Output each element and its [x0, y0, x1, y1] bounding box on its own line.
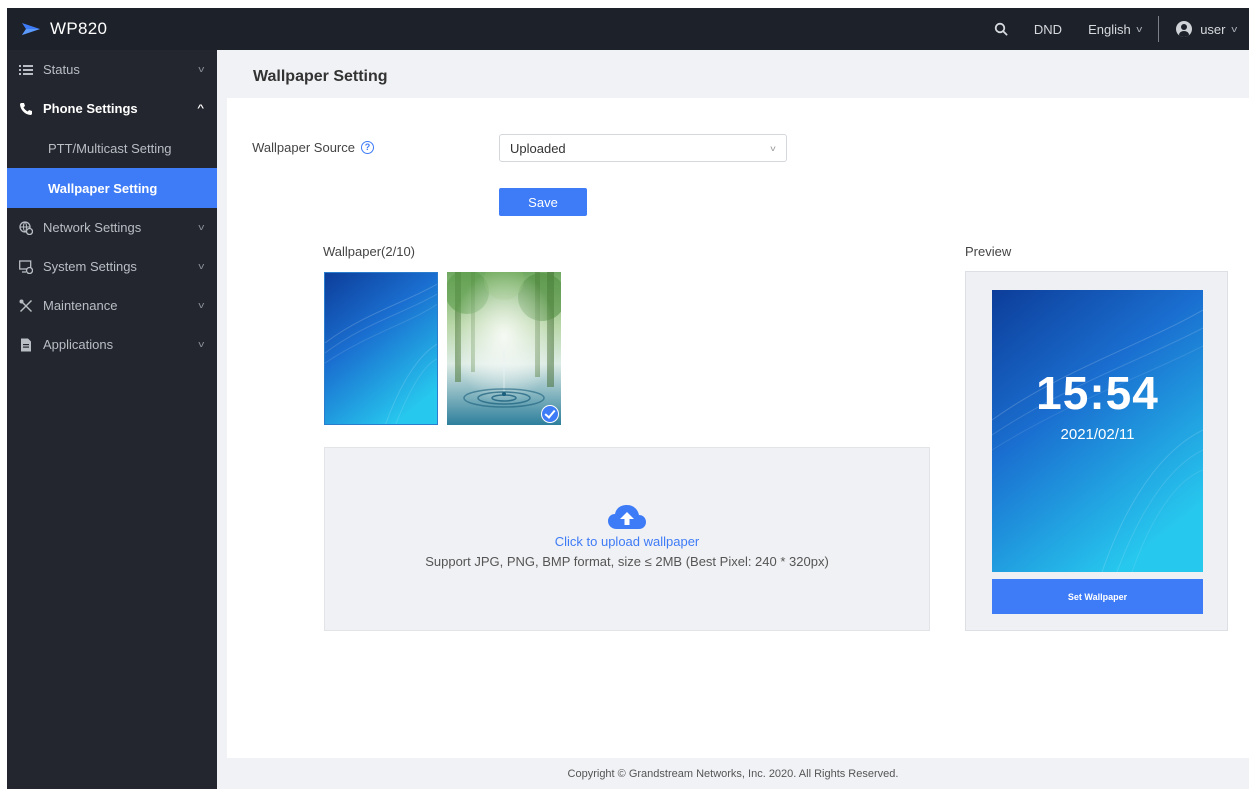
- sidebar-item-ptt-multicast-setting[interactable]: PTT/Multicast Setting: [7, 128, 217, 168]
- cloud-upload-icon: [608, 505, 646, 529]
- list-icon: [19, 63, 33, 77]
- dnd-button[interactable]: DND: [1021, 8, 1075, 50]
- sidebar-item-network-settings[interactable]: Network Settings v: [7, 208, 217, 247]
- sidebar-item-label: Phone Settings: [43, 101, 138, 116]
- help-icon[interactable]: ?: [361, 141, 374, 154]
- wallpaper-image: [325, 273, 437, 424]
- network-icon: [19, 220, 33, 235]
- page-header: Wallpaper Setting: [217, 50, 1249, 98]
- brand[interactable]: WP820: [21, 8, 107, 50]
- language-label: English: [1088, 21, 1131, 37]
- divider: [1158, 16, 1160, 42]
- phone-icon: [19, 102, 33, 116]
- sidebar-item-label: Applications: [43, 337, 114, 352]
- sidebar-item-label: Status: [43, 62, 80, 77]
- select-value: Uploaded: [510, 140, 566, 156]
- preview-time: 15:54: [1036, 367, 1159, 419]
- user-menu[interactable]: user v: [1163, 8, 1249, 50]
- user-name: user: [1200, 21, 1226, 37]
- chevron-down-icon: v: [1230, 24, 1237, 34]
- upload-dropzone[interactable]: Click to upload wallpaper Support JPG, P…: [324, 447, 930, 631]
- save-button[interactable]: Save: [499, 188, 587, 216]
- chevron-down-icon: v: [197, 300, 204, 310]
- user-avatar-icon: [1176, 21, 1193, 37]
- preview-screen: 15:54 2021/02/11: [992, 290, 1203, 572]
- language-dropdown[interactable]: English v: [1075, 8, 1154, 50]
- chevron-up-icon: ^: [196, 103, 204, 113]
- chevron-down-icon: v: [197, 261, 204, 271]
- sidebar: Status v Phone Settings ^ PTT/Multicast …: [7, 50, 217, 789]
- wallpaper-source-row: Wallpaper Source ? Uploaded v: [227, 134, 827, 162]
- tools-icon: [19, 299, 33, 313]
- chevron-down-icon: v: [197, 222, 204, 232]
- settings-panel: Wallpaper Source ? Uploaded v Save Wallp…: [227, 98, 1249, 758]
- main-content: Wallpaper Setting Wallpaper Source ? Upl…: [217, 50, 1249, 789]
- document-icon: [19, 338, 33, 352]
- footer-copyright: Copyright © Grandstream Networks, Inc. 2…: [567, 768, 899, 780]
- set-wallpaper-button[interactable]: Set Wallpaper: [992, 579, 1203, 614]
- top-bar: WP820 DND English v user v: [7, 8, 1249, 50]
- wallpaper-source-select[interactable]: Uploaded v: [499, 134, 787, 162]
- chevron-down-icon: v: [770, 144, 776, 153]
- sidebar-item-label: System Settings: [43, 259, 137, 274]
- sidebar-item-label: Network Settings: [43, 220, 142, 235]
- top-bar-actions: DND English v user v: [981, 8, 1249, 50]
- wallpaper-source-text: Wallpaper Source: [252, 140, 355, 155]
- wallpaper-image: [447, 272, 561, 425]
- sidebar-item-applications[interactable]: Applications v: [7, 325, 217, 364]
- chevron-down-icon: v: [1136, 24, 1142, 34]
- selected-check-icon: [541, 405, 559, 423]
- search-button[interactable]: [981, 8, 1021, 50]
- sidebar-item-status[interactable]: Status v: [7, 50, 217, 89]
- wallpaper-thumbnail-blue[interactable]: [324, 272, 438, 425]
- app-title: WP820: [50, 19, 108, 38]
- upload-link[interactable]: Click to upload wallpaper: [325, 534, 929, 549]
- preview-title: Preview: [965, 244, 1012, 259]
- app-window: WP820 DND English v user v Status v Phon…: [7, 8, 1249, 789]
- upload-hint: Support JPG, PNG, BMP format, size ≤ 2MB…: [425, 554, 829, 569]
- chevron-down-icon: v: [197, 64, 204, 74]
- chevron-down-icon: v: [197, 339, 204, 349]
- sidebar-item-phone-settings[interactable]: Phone Settings ^: [7, 89, 217, 128]
- sidebar-item-wallpaper-setting[interactable]: Wallpaper Setting: [7, 168, 217, 208]
- sidebar-item-system-settings[interactable]: System Settings v: [7, 247, 217, 286]
- wallpaper-source-label: Wallpaper Source ?: [252, 140, 374, 155]
- system-icon: [19, 259, 33, 274]
- sidebar-item-maintenance[interactable]: Maintenance v: [7, 286, 217, 325]
- logo-icon: [22, 23, 40, 35]
- preview-date: 2021/02/11: [1060, 426, 1135, 443]
- page-title: Wallpaper Setting: [253, 68, 388, 85]
- wallpaper-list-title: Wallpaper(2/10): [323, 244, 416, 259]
- wallpaper-thumbnail-forest[interactable]: [447, 272, 561, 425]
- preview-box: 15:54 2021/02/11 Set Wallpaper: [965, 271, 1228, 631]
- search-icon: [994, 22, 1008, 36]
- sidebar-item-label: Maintenance: [43, 298, 118, 313]
